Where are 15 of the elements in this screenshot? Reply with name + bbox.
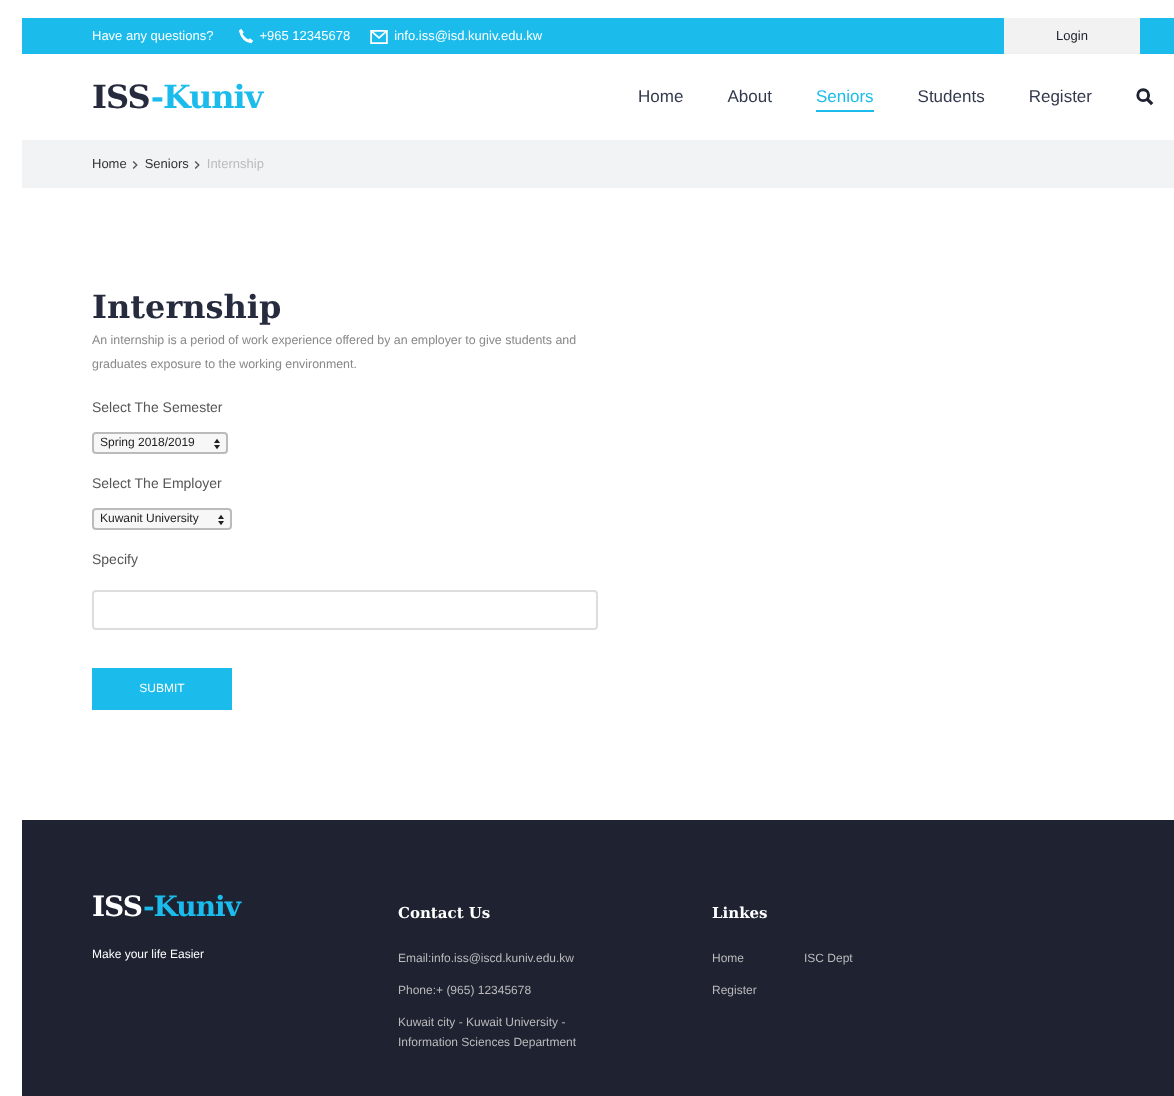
nav-link[interactable]: Students	[917, 82, 985, 112]
updown-arrows-icon	[214, 437, 221, 449]
nav-link[interactable]: Register	[1028, 82, 1092, 112]
page-title: Internship	[92, 288, 284, 326]
phone-icon	[237, 28, 254, 44]
updown-arrows-icon	[218, 513, 225, 525]
envelope-icon	[370, 29, 389, 43]
footer-logo: ISS-Kuniv	[92, 892, 244, 924]
site-logo[interactable]: ISS-Kuniv	[92, 78, 263, 116]
chevron-icon	[132, 159, 139, 169]
chevron-icon	[194, 159, 201, 169]
nav-link[interactable]: Home	[638, 82, 684, 112]
search-icon[interactable]	[1136, 88, 1154, 106]
input-field[interactable]	[92, 590, 598, 630]
nav-link[interactable]: About	[727, 82, 772, 112]
